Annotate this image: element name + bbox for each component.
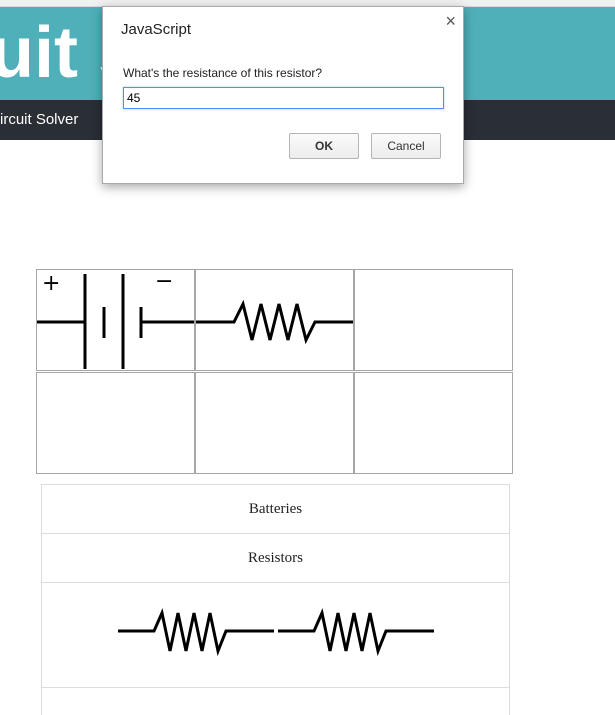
grid-cell-empty[interactable] [354,269,513,371]
palette-resistors[interactable]: Resistors [42,534,509,583]
grid-cell-resistor[interactable] [195,269,354,371]
dialog-message: What's the resistance of this resistor? [123,66,323,80]
grid-cell-battery[interactable]: + − [36,269,195,371]
close-icon[interactable]: × [445,11,456,32]
battery-plus-label: + [42,271,60,296]
battery-symbol: + − [37,270,194,369]
battery-minus-label: − [155,270,173,294]
grid-cell-empty[interactable] [195,372,354,474]
palette-resistor-1[interactable] [116,583,276,687]
javascript-prompt-dialog: JavaScript × What's the resistance of th… [102,6,464,184]
palette-resistor-2[interactable] [276,583,436,687]
component-palette: Batteries Resistors [41,484,510,715]
resistor-symbol [196,299,353,345]
ok-button[interactable]: OK [289,133,359,159]
grid-cell-empty[interactable] [354,372,513,474]
dialog-title: JavaScript [121,21,192,38]
resistance-input[interactable] [123,87,444,109]
cancel-button[interactable]: Cancel [371,133,441,159]
palette-resistor-items [42,583,509,688]
grid-cell-empty[interactable] [36,372,195,474]
nav-item-circuit-solver[interactable]: ircuit Solver [0,111,78,128]
palette-batteries[interactable]: Batteries [42,485,509,534]
